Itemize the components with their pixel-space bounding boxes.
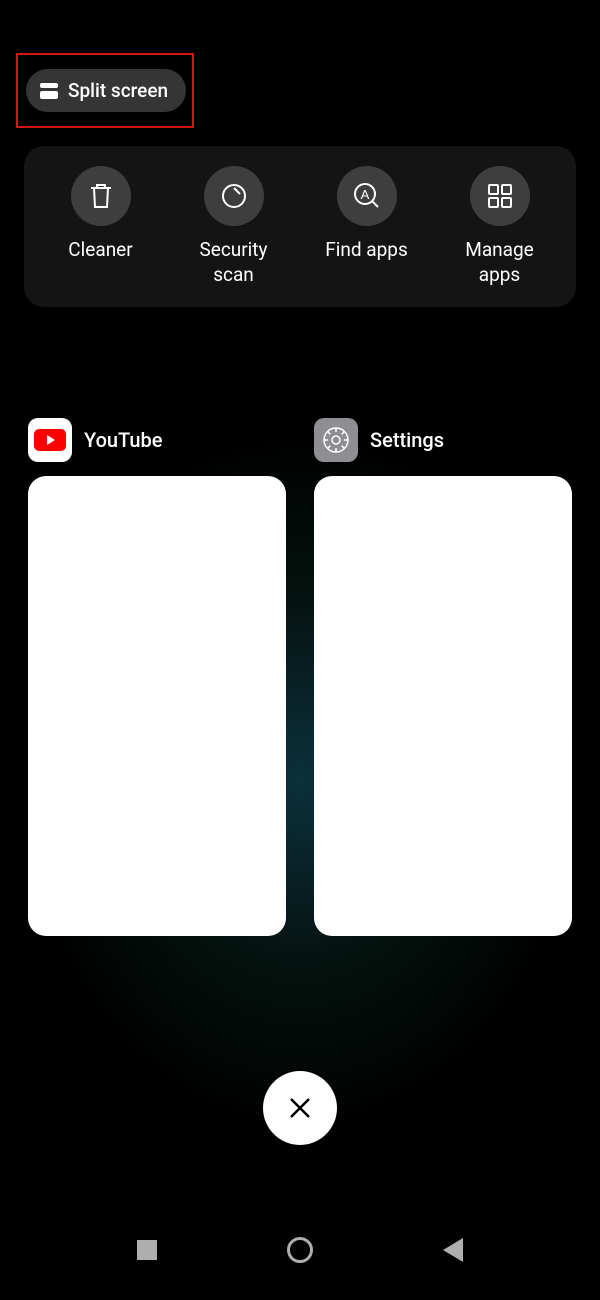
split-screen-label: Split screen bbox=[68, 79, 168, 102]
app-card-youtube[interactable]: YouTube bbox=[28, 418, 286, 936]
manage-apps-label: Manage apps bbox=[465, 238, 534, 287]
trash-icon bbox=[71, 166, 131, 226]
nav-home-button[interactable] bbox=[287, 1237, 313, 1263]
scan-icon bbox=[204, 166, 264, 226]
grid-icon bbox=[470, 166, 530, 226]
find-apps-label: Find apps bbox=[325, 238, 408, 263]
tools-panel: Cleaner Security scan A Find apps bbox=[24, 146, 576, 307]
triangle-icon bbox=[443, 1238, 463, 1262]
security-scan-tool[interactable]: Security scan bbox=[174, 166, 294, 287]
clear-all-button[interactable] bbox=[263, 1071, 337, 1145]
nav-back-button[interactable] bbox=[443, 1238, 463, 1262]
split-screen-button[interactable]: Split screen bbox=[26, 69, 186, 112]
square-icon bbox=[137, 1240, 157, 1260]
split-screen-highlight: Split screen bbox=[16, 53, 194, 128]
app-header: Settings bbox=[314, 418, 572, 462]
split-screen-icon bbox=[40, 83, 58, 99]
settings-icon bbox=[314, 418, 358, 462]
svg-text:A: A bbox=[360, 187, 369, 202]
find-icon: A bbox=[337, 166, 397, 226]
nav-recents-button[interactable] bbox=[137, 1240, 157, 1260]
find-apps-tool[interactable]: A Find apps bbox=[307, 166, 427, 287]
cleaner-label: Cleaner bbox=[68, 238, 132, 263]
app-name: Settings bbox=[370, 428, 444, 452]
app-card-settings[interactable]: Settings bbox=[314, 418, 572, 936]
manage-apps-tool[interactable]: Manage apps bbox=[440, 166, 560, 287]
app-preview bbox=[314, 476, 572, 936]
recent-apps: YouTube Settings bbox=[28, 418, 572, 936]
app-name: YouTube bbox=[84, 428, 163, 452]
security-scan-label: Security scan bbox=[199, 238, 267, 287]
circle-icon bbox=[287, 1237, 313, 1263]
cleaner-tool[interactable]: Cleaner bbox=[41, 166, 161, 287]
close-icon bbox=[287, 1095, 313, 1121]
navigation-bar bbox=[0, 1225, 600, 1275]
app-preview bbox=[28, 476, 286, 936]
youtube-icon bbox=[28, 418, 72, 462]
app-header: YouTube bbox=[28, 418, 286, 462]
